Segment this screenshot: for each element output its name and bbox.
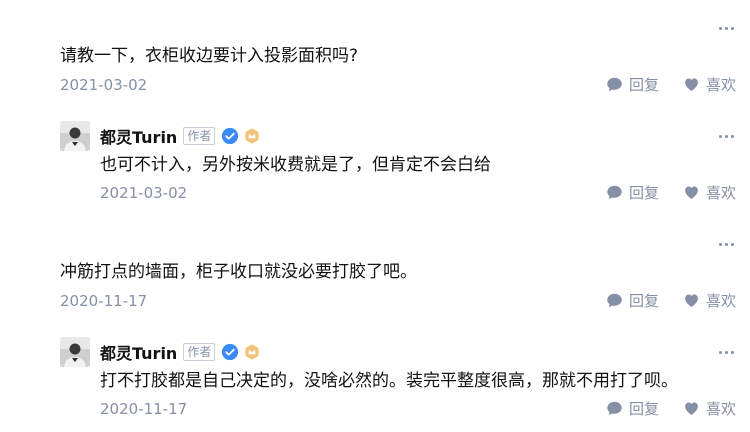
like-label: 喜欢 [705, 292, 736, 310]
verified-badge-icon [222, 343, 239, 361]
reply-label: 回复 [628, 76, 659, 94]
verified-badge-icon [222, 127, 239, 145]
reply-label: 回复 [628, 184, 659, 202]
comment-date: 2021-03-02 [60, 76, 148, 94]
like-button[interactable]: 喜欢 [683, 74, 736, 95]
avatar[interactable] [60, 337, 90, 367]
more-options-icon[interactable] [716, 346, 736, 358]
like-button[interactable]: 喜欢 [683, 290, 736, 311]
more-options-icon[interactable] [716, 130, 736, 142]
more-options-icon[interactable] [716, 238, 736, 250]
reply-button[interactable]: 回复 [606, 182, 659, 203]
reply-label: 回复 [628, 292, 659, 310]
avatar[interactable] [60, 121, 90, 151]
comment-date: 2020-11-17 [60, 292, 148, 310]
comment-bubble-icon [607, 185, 622, 200]
reply-label: 回复 [628, 400, 659, 418]
like-label: 喜欢 [705, 400, 736, 418]
like-button[interactable]: 喜欢 [683, 182, 736, 203]
comment-actions: 回复 喜欢 [606, 74, 736, 95]
like-label: 喜欢 [705, 184, 736, 202]
heart-icon [685, 402, 698, 415]
more-options-icon[interactable] [716, 22, 736, 34]
reply-header: 都灵Turin 作者 [60, 337, 261, 367]
like-button[interactable]: 喜欢 [683, 398, 736, 419]
like-label: 喜欢 [705, 76, 736, 94]
author-name[interactable]: 都灵Turin [100, 340, 177, 364]
reply-text: 打不打胶都是自己决定的，没啥必然的。装完平整度很高，那就不用打了呗。 [100, 371, 678, 391]
heart-icon [685, 78, 698, 91]
comment-bubble-icon [607, 77, 622, 92]
comment-bubble-icon [607, 401, 622, 416]
reply-text: 也可不计入，另外按米收费就是了，但肯定不会白给 [100, 155, 491, 175]
crown-level-icon [245, 344, 260, 360]
reply-date: 2020-11-17 [100, 400, 188, 418]
reply-button[interactable]: 回复 [606, 290, 659, 311]
reply-actions: 回复 喜欢 [606, 398, 736, 419]
comment-text: 请教一下，衣柜收边要计入投影面积吗? [60, 46, 359, 66]
author-role-badge: 作者 [183, 343, 216, 361]
reply-header: 都灵Turin 作者 [60, 121, 261, 151]
comment-bubble-icon [607, 293, 622, 308]
comment-actions: 回复 喜欢 [606, 290, 736, 311]
reply-button[interactable]: 回复 [606, 398, 659, 419]
comment-text: 冲筋打点的墙面，柜子收口就没必要打胶了吧。 [60, 262, 417, 282]
author-role-badge: 作者 [183, 127, 216, 145]
heart-icon [685, 294, 698, 307]
avatar-image [60, 121, 90, 151]
author-name[interactable]: 都灵Turin [100, 124, 177, 148]
crown-level-icon [245, 128, 260, 144]
heart-icon [685, 186, 698, 199]
reply-actions: 回复 喜欢 [606, 182, 736, 203]
avatar-image [60, 337, 90, 367]
reply-button[interactable]: 回复 [606, 74, 659, 95]
reply-date: 2021-03-02 [100, 184, 188, 202]
